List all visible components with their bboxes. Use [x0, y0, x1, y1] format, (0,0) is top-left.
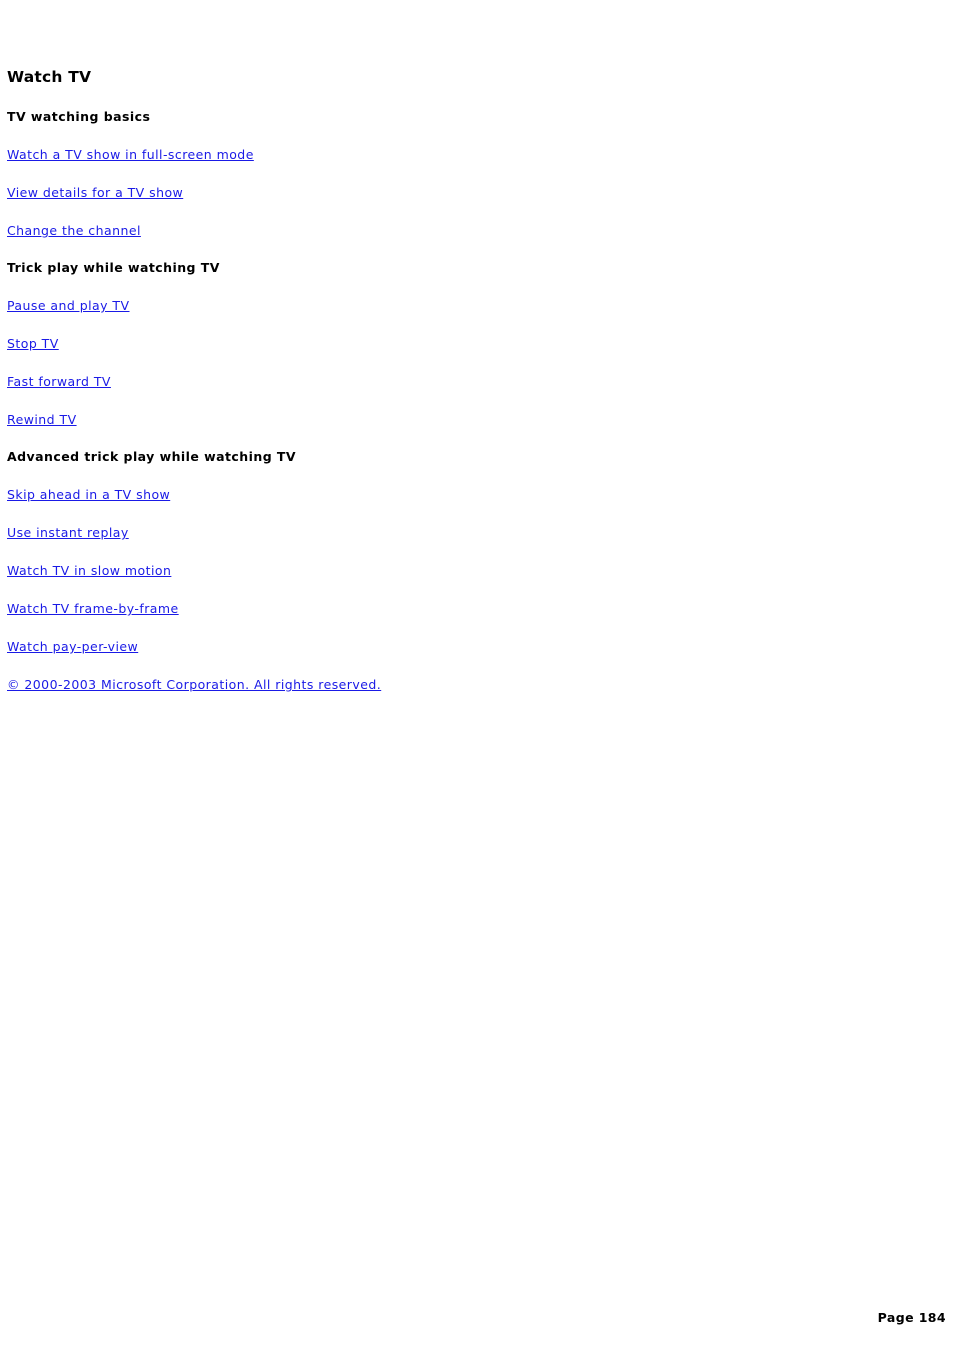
- section-heading-tv-watching-basics: TV watching basics: [7, 109, 151, 124]
- list-item: View details for a TV show: [7, 184, 907, 200]
- list-item: Use instant replay: [7, 524, 907, 540]
- link-watch-tv-in-slow-motion[interactable]: Watch TV in slow motion: [7, 563, 171, 578]
- link-stop-tv[interactable]: Stop TV: [7, 336, 59, 351]
- list-item: Fast forward TV: [7, 373, 907, 389]
- link-use-instant-replay[interactable]: Use instant replay: [7, 525, 129, 540]
- list-item: Watch pay-per-view: [7, 638, 907, 654]
- link-watch-pay-per-view[interactable]: Watch pay-per-view: [7, 639, 138, 654]
- section-heading-advanced-trick-play-while-watching-tv: Advanced trick play while watching TV: [7, 449, 297, 464]
- list-item: Rewind TV: [7, 411, 907, 427]
- page-title: Watch TV: [7, 68, 92, 86]
- section-heading-trick-play-while-watching-tv: Trick play while watching TV: [7, 260, 220, 275]
- copyright-row: © 2000-2003 Microsoft Corporation. All r…: [7, 676, 907, 692]
- link-pause-and-play-tv[interactable]: Pause and play TV: [7, 298, 130, 313]
- list-item: Watch TV in slow motion: [7, 562, 907, 578]
- link-change-the-channel[interactable]: Change the channel: [7, 223, 141, 238]
- document-page: Watch TV TV watching basics Watch a TV s…: [0, 0, 954, 1351]
- list-item: Skip ahead in a TV show: [7, 486, 907, 502]
- page-number-footer: Page 184: [877, 1310, 946, 1325]
- link-watch-tv-frame-by-frame[interactable]: Watch TV frame-by-frame: [7, 601, 179, 616]
- copyright-link[interactable]: © 2000-2003 Microsoft Corporation. All r…: [7, 677, 381, 692]
- list-item: Pause and play TV: [7, 297, 907, 313]
- link-skip-ahead-in-a-tv-show[interactable]: Skip ahead in a TV show: [7, 487, 170, 502]
- link-watch-a-tv-show-in-full-screen-mode[interactable]: Watch a TV show in full-screen mode: [7, 147, 254, 162]
- list-item: Change the channel: [7, 222, 907, 238]
- link-fast-forward-tv[interactable]: Fast forward TV: [7, 374, 111, 389]
- document-content: Watch TV TV watching basics Watch a TV s…: [7, 68, 907, 692]
- link-rewind-tv[interactable]: Rewind TV: [7, 412, 77, 427]
- list-item: Watch a TV show in full-screen mode: [7, 146, 907, 162]
- list-item: Stop TV: [7, 335, 907, 351]
- link-view-details-for-a-tv-show[interactable]: View details for a TV show: [7, 185, 183, 200]
- list-item: Watch TV frame-by-frame: [7, 600, 907, 616]
